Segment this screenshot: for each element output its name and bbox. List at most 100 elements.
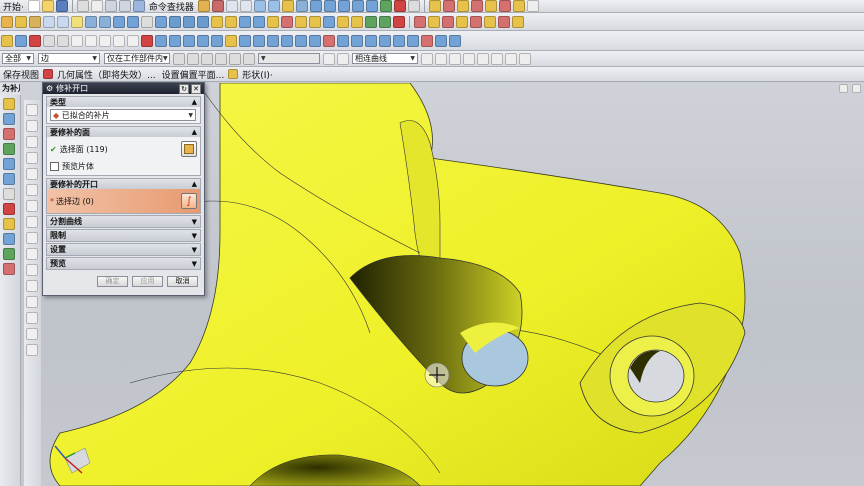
- save-icon[interactable]: [55, 0, 68, 12]
- revolve-icon[interactable]: [15, 15, 27, 28]
- pattern-icon[interactable]: [309, 15, 321, 28]
- sketch-quick-trim-icon[interactable]: [26, 328, 38, 340]
- roles-icon[interactable]: [3, 248, 15, 260]
- dialog-title-bar[interactable]: ⚙ 修补开口 ↻ ✕: [43, 83, 204, 94]
- edge-blend-icon[interactable]: [239, 15, 251, 28]
- sketch-arc-icon[interactable]: [26, 136, 38, 148]
- filter-icon[interactable]: [201, 52, 213, 65]
- sketch-extend-icon[interactable]: [26, 216, 38, 228]
- view-top-icon[interactable]: [323, 0, 336, 12]
- synchronous-4-icon[interactable]: [456, 15, 468, 28]
- close-icon[interactable]: [852, 84, 861, 93]
- point-icon[interactable]: [1, 34, 13, 47]
- manufacturing-wizard-icon[interactable]: [3, 233, 15, 245]
- settings-section[interactable]: 设置 ▼: [46, 243, 201, 256]
- face-selector-button[interactable]: [181, 141, 197, 157]
- preview-body-checkbox[interactable]: [50, 161, 59, 171]
- select-face-row[interactable]: ✔ 选择面 (119): [50, 139, 197, 159]
- select-edge-row[interactable]: * 选择边 (0) ∫: [50, 191, 197, 211]
- rectangle-icon[interactable]: [99, 34, 111, 47]
- surface-11-icon[interactable]: [379, 34, 391, 47]
- curve-icon[interactable]: [393, 15, 405, 28]
- restore-icon[interactable]: [839, 84, 848, 93]
- view-cube-icon[interactable]: [309, 0, 322, 12]
- open-folder-icon[interactable]: [41, 0, 54, 12]
- synchronous-7-icon[interactable]: [498, 15, 510, 28]
- feature-4-icon[interactable]: [470, 0, 483, 12]
- surface-15-icon[interactable]: [435, 34, 447, 47]
- face-section-header[interactable]: 要修补的面 ▲: [47, 127, 200, 137]
- intersection-snap-icon[interactable]: [477, 52, 489, 65]
- surface-10-icon[interactable]: [365, 34, 377, 47]
- section-icon[interactable]: [407, 0, 420, 12]
- offset-curve-icon[interactable]: [169, 34, 181, 47]
- midpoint-snap-icon[interactable]: [435, 52, 447, 65]
- sketch-dimension-icon[interactable]: [26, 280, 38, 292]
- pad-icon[interactable]: [127, 15, 139, 28]
- text-icon[interactable]: [127, 34, 139, 47]
- surface-5-icon[interactable]: [295, 34, 307, 47]
- wireframe-icon[interactable]: [295, 0, 308, 12]
- assembly-navigator-icon[interactable]: [3, 98, 15, 110]
- type-section-header[interactable]: 类型 ▲: [47, 97, 200, 107]
- feature-6-icon[interactable]: [498, 0, 511, 12]
- surface-8-icon[interactable]: [337, 34, 349, 47]
- surface-3-icon[interactable]: [267, 34, 279, 47]
- where-filter[interactable]: 仅在工作部件内 ▼: [104, 53, 170, 64]
- chamfer-icon[interactable]: [253, 15, 265, 28]
- existing-point-snap-icon[interactable]: [491, 52, 503, 65]
- datum-axis-icon[interactable]: [29, 34, 41, 47]
- sketch-point-icon[interactable]: [26, 264, 38, 276]
- system-materials-icon[interactable]: [3, 203, 15, 215]
- endpoint-snap-icon[interactable]: [421, 52, 433, 65]
- thicken-icon[interactable]: [351, 15, 363, 28]
- new-file-icon[interactable]: [27, 0, 40, 12]
- snap-1-icon[interactable]: [323, 52, 335, 65]
- synchronous-6-icon[interactable]: [484, 15, 496, 28]
- sketch-offset-icon[interactable]: [26, 232, 38, 244]
- draft-icon[interactable]: [281, 15, 293, 28]
- spline-icon[interactable]: [155, 34, 167, 47]
- trim-body-icon[interactable]: [211, 15, 223, 28]
- surface-14-icon[interactable]: [421, 34, 433, 47]
- feature-7-icon[interactable]: [512, 0, 525, 12]
- grid-icon[interactable]: [57, 34, 69, 47]
- slot-icon[interactable]: [141, 15, 153, 28]
- analysis-icon[interactable]: [379, 15, 391, 28]
- surface-12-icon[interactable]: [393, 34, 405, 47]
- surface-1-icon[interactable]: [239, 34, 251, 47]
- sphere-icon[interactable]: [71, 15, 83, 28]
- datum-plane-icon[interactable]: [15, 34, 27, 47]
- box-select-icon[interactable]: [229, 52, 241, 65]
- opening-section-header[interactable]: 要修补的开口 ▲: [47, 179, 200, 189]
- undo-icon[interactable]: [104, 0, 117, 12]
- preview-body-row[interactable]: 预览片体: [50, 159, 197, 173]
- sketch-icon[interactable]: [211, 0, 224, 12]
- view-right-icon[interactable]: [351, 0, 364, 12]
- arc-icon[interactable]: [85, 34, 97, 47]
- on-curve-snap-icon[interactable]: [505, 52, 517, 65]
- sketch-constraint-icon[interactable]: [26, 296, 38, 308]
- sketch-line-icon[interactable]: [26, 104, 38, 116]
- synchronous-3-icon[interactable]: [442, 15, 454, 28]
- surface-13-icon[interactable]: [407, 34, 419, 47]
- shape-menu[interactable]: 形状(I)·: [242, 68, 273, 81]
- unite-icon[interactable]: [169, 15, 181, 28]
- join-curve-icon[interactable]: [225, 34, 237, 47]
- cone-icon[interactable]: [57, 15, 69, 28]
- rotate-icon[interactable]: [253, 0, 266, 12]
- shell-icon[interactable]: [267, 15, 279, 28]
- sketch-fillet-icon[interactable]: [26, 184, 38, 196]
- feature-5-icon[interactable]: [484, 0, 497, 12]
- preview-section[interactable]: 预览 ▼: [46, 257, 201, 270]
- sketch-pattern-icon[interactable]: [26, 312, 38, 324]
- lasso-icon[interactable]: [243, 52, 255, 65]
- feature-1-icon[interactable]: [428, 0, 441, 12]
- measure-icon[interactable]: [365, 15, 377, 28]
- redo-icon[interactable]: [118, 0, 131, 12]
- process-studio-icon[interactable]: [3, 218, 15, 230]
- close-icon[interactable]: ✕: [191, 83, 201, 94]
- fit-view-icon[interactable]: [225, 0, 238, 12]
- offset-face-icon[interactable]: [295, 15, 307, 28]
- sketch-corner-icon[interactable]: [26, 344, 38, 356]
